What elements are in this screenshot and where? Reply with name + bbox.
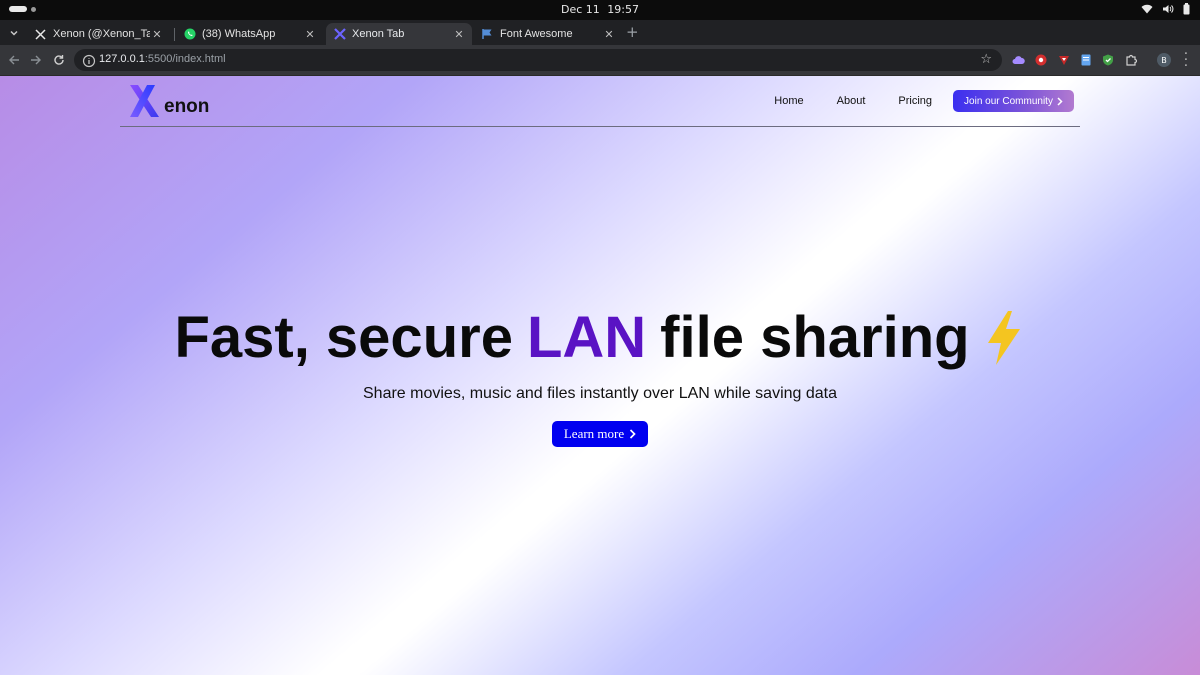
site-navbar: enon Home About Pricing Join our Communi… xyxy=(120,76,1080,127)
profile-avatar[interactable]: B xyxy=(1157,53,1171,67)
tab-title: Font Awesome xyxy=(500,28,573,40)
close-tab-icon[interactable]: ✕ xyxy=(452,27,466,41)
back-arrow-icon[interactable] xyxy=(6,52,22,68)
join-community-button[interactable]: Join our Community xyxy=(953,90,1074,112)
whatsapp-icon xyxy=(183,28,196,41)
nav-home-link[interactable]: Home xyxy=(774,95,803,107)
headline-part-1: Fast, secure xyxy=(174,305,513,370)
browser-menu-dots-icon[interactable]: · · · xyxy=(1183,48,1189,73)
tab-search-chevron-icon[interactable] xyxy=(6,25,22,41)
logo-text: enon xyxy=(164,96,210,117)
tab-title: Xenon Tab xyxy=(352,28,405,40)
url-host: 127.0.0.1 xyxy=(99,53,145,65)
tab-xenon-tab[interactable]: Xenon Tab ✕ xyxy=(326,23,472,45)
page-viewport: enon Home About Pricing Join our Communi… xyxy=(0,76,1200,675)
chevron-right-icon xyxy=(1057,96,1063,106)
clock-date: Dec 11 xyxy=(561,3,600,16)
site-info-icon[interactable] xyxy=(82,53,96,68)
close-tab-icon[interactable]: ✕ xyxy=(150,27,164,41)
extension-adblock-shield-icon[interactable] xyxy=(1101,53,1115,67)
os-top-bar: Dec 11 19:57 xyxy=(0,0,1200,20)
url-path: :5500/index.html xyxy=(144,53,226,65)
clock[interactable]: Dec 11 19:57 xyxy=(0,3,1200,16)
learn-more-button[interactable]: Learn more xyxy=(552,421,648,447)
close-tab-icon[interactable]: ✕ xyxy=(602,27,616,41)
tab-whatsapp[interactable]: (38) WhatsApp ✕ xyxy=(176,23,323,45)
system-tray[interactable] xyxy=(1141,3,1190,15)
lightning-bolt-icon xyxy=(987,310,1020,365)
reload-icon[interactable] xyxy=(51,52,67,68)
bookmark-star-icon[interactable]: ☆ xyxy=(980,52,992,67)
tab-xenon-twitter[interactable]: Xenon (@Xenon_Tab) / X ✕ xyxy=(27,23,170,45)
chevron-right-icon xyxy=(630,429,636,439)
extension-red-badge-icon[interactable] xyxy=(1034,53,1048,67)
wifi-icon xyxy=(1141,4,1153,14)
tab-title: Xenon (@Xenon_Tab) / X xyxy=(53,28,150,40)
headline-accent: LAN xyxy=(526,305,647,370)
xenon-logo-icon xyxy=(130,85,159,117)
tab-font-awesome[interactable]: Font Awesome ✕ xyxy=(474,23,622,45)
hero-section: Fast, secure LAN file sharing Share movi… xyxy=(0,304,1200,447)
tab-divider xyxy=(174,28,175,41)
join-community-label: Join our Community xyxy=(964,95,1053,107)
site-logo[interactable]: enon xyxy=(128,84,209,118)
nav-pricing-link[interactable]: Pricing xyxy=(898,95,932,107)
forward-arrow-icon[interactable] xyxy=(28,52,44,68)
xenon-logo-icon xyxy=(333,28,346,41)
extension-cloud-icon[interactable] xyxy=(1011,53,1025,67)
hero-headline: Fast, secure LAN file sharing xyxy=(0,304,1200,371)
hero-subtitle: Share movies, music and files instantly … xyxy=(363,385,837,402)
volume-icon xyxy=(1163,5,1174,13)
flag-icon xyxy=(481,28,494,41)
url-text: 127.0.0.1:5500/index.html xyxy=(99,53,226,65)
new-tab-plus-icon[interactable]: + xyxy=(626,25,639,40)
nav-about-link[interactable]: About xyxy=(837,95,866,107)
address-bar[interactable]: 127.0.0.1:5500/index.html ☆ xyxy=(74,49,1002,71)
close-tab-icon[interactable]: ✕ xyxy=(303,27,317,41)
nav-links: Home About Pricing Join our Community xyxy=(774,90,1074,112)
browser-tab-strip: Xenon (@Xenon_Tab) / X ✕ (38) WhatsApp ✕… xyxy=(0,20,1200,45)
battery-icon xyxy=(1183,3,1190,15)
extension-document-icon[interactable] xyxy=(1079,53,1093,67)
clock-time: 19:57 xyxy=(607,3,639,16)
browser-toolbar: 127.0.0.1:5500/index.html ☆ B · · · xyxy=(0,45,1200,76)
learn-more-label: Learn more xyxy=(563,426,625,441)
extension-shield-icon[interactable] xyxy=(1057,53,1071,67)
x-logo-icon xyxy=(34,28,47,41)
extensions-puzzle-icon[interactable] xyxy=(1124,53,1138,67)
headline-part-2: file sharing xyxy=(660,305,970,370)
tab-title: (38) WhatsApp xyxy=(202,28,276,40)
